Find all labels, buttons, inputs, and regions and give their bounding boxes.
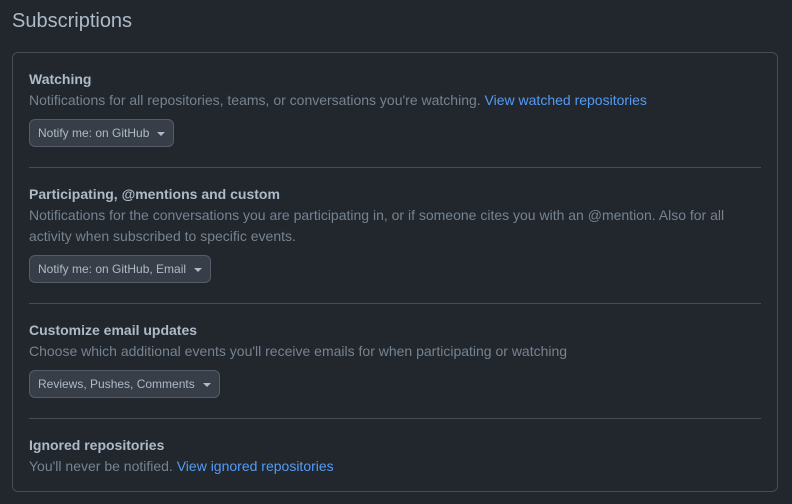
- section-participating: Participating, @mentions and custom Noti…: [29, 184, 761, 283]
- watching-notify-select-label: Notify me: on GitHub: [38, 126, 150, 140]
- section-description-participating: Notifications for the conversations you …: [29, 207, 725, 244]
- section-title-ignored: Ignored repositories: [29, 437, 165, 453]
- section-ignored: Ignored repositories You'll never be not…: [29, 435, 761, 477]
- caret-down-icon: [194, 267, 203, 272]
- section-description-customize-email: Choose which additional events you'll re…: [29, 343, 568, 359]
- participating-notify-select[interactable]: Notify me: on GitHub, Email: [29, 255, 212, 283]
- participating-notify-select-label: Notify me: on GitHub, Email: [38, 262, 187, 276]
- section-description-text: Notifications for all repositories, team…: [29, 92, 481, 108]
- view-watched-repositories-link[interactable]: View watched repositories: [485, 92, 647, 108]
- divider: [29, 167, 761, 168]
- section-customize-email: Customize email updates Choose which add…: [29, 320, 761, 398]
- section-watching: Watching Notifications for all repositor…: [29, 69, 761, 147]
- section-description-watching: Notifications for all repositories, team…: [29, 90, 761, 111]
- section-title-customize-email: Customize email updates: [29, 322, 198, 338]
- caret-down-icon: [202, 382, 211, 387]
- section-title-participating: Participating, @mentions and custom: [29, 186, 280, 202]
- subscriptions-box: Watching Notifications for all repositor…: [12, 52, 778, 492]
- section-description-ignored: You'll never be notified. View ignored r…: [29, 456, 761, 477]
- section-description-text: You'll never be notified.: [29, 458, 173, 474]
- divider: [29, 303, 761, 304]
- email-events-select-label: Reviews, Pushes, Comments: [38, 377, 195, 391]
- email-events-select[interactable]: Reviews, Pushes, Comments: [29, 370, 220, 398]
- divider: [29, 418, 761, 419]
- caret-down-icon: [157, 131, 166, 136]
- view-ignored-repositories-link[interactable]: View ignored repositories: [177, 458, 334, 474]
- watching-notify-select[interactable]: Notify me: on GitHub: [29, 119, 175, 147]
- page-title: Subscriptions: [12, 10, 133, 32]
- section-title-watching: Watching: [29, 71, 92, 87]
